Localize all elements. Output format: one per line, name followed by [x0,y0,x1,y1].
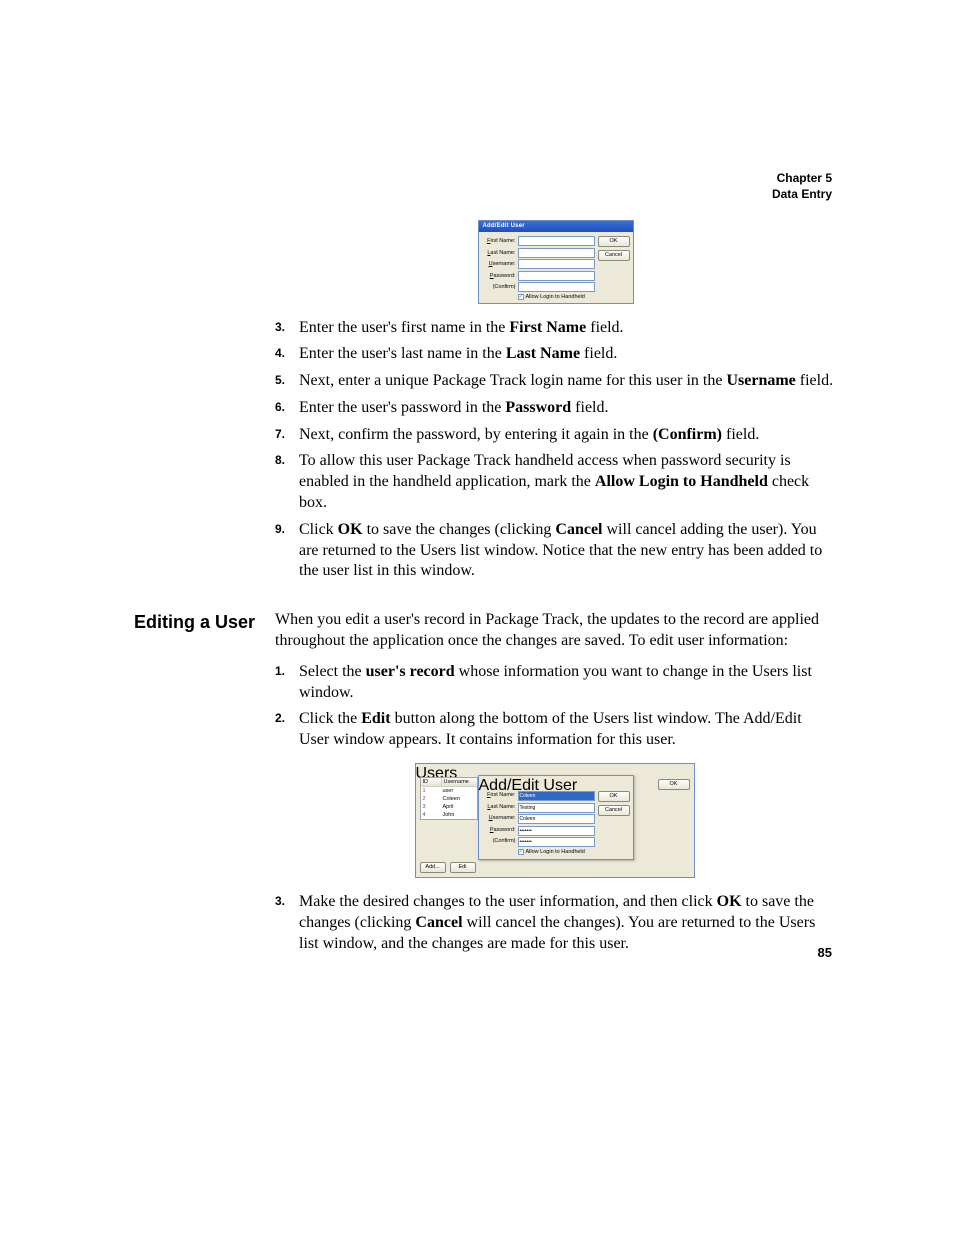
add-edit-user-dialog-filled: Add/Edit User First Name: Coleen Last Na… [478,775,634,860]
allow-login-label: Allow Login to Handheld [526,294,585,300]
cancel-button[interactable]: Cancel [598,250,630,261]
username-label: Username: [483,261,516,267]
step-4: 4.Enter the user's last name in the Last… [275,344,834,365]
confirm-label: (Confirm) [483,838,516,845]
first-name-field[interactable] [518,236,595,246]
cancel-button[interactable]: Cancel [598,805,630,816]
confirm-field[interactable]: ••••••• [518,837,595,847]
step-b3: 3.Make the desired changes to the user i… [275,892,834,954]
dialog-titlebar: Add/Edit User [479,221,633,232]
page-number: 85 [818,945,832,960]
users-dialog-titlebar: Users [416,764,694,775]
step-9: 9.Click OK to save the changes (clicking… [275,520,834,582]
step-6: 6.Enter the user's password in the Passw… [275,398,834,419]
add-edit-user-dialog-empty: Add/Edit User First Name: Last Name: [478,220,632,304]
steps-list-b: 1.Select the user's record whose informa… [275,662,834,751]
username-field[interactable]: Coleen [518,814,595,824]
allow-login-checkbox[interactable]: ✓ [518,294,524,300]
last-name-field[interactable]: Testing [518,803,595,813]
steps-list-b2: 3.Make the desired changes to the user i… [275,892,834,954]
step-b2: 2.Click the Edit button along the bottom… [275,709,834,751]
last-name-label: Last Name: [483,804,516,811]
confirm-field[interactable] [518,282,595,292]
step-3: 3.Enter the user's first name in the Fir… [275,318,834,339]
users-list-table: ID Username 1user 2Coleen 3April 4John [420,777,478,820]
allow-login-label: Allow Login to Handheld [526,849,585,856]
first-name-field[interactable]: Coleen [518,791,595,801]
edit-button[interactable]: Edi [450,862,476,873]
first-name-label: First Name: [483,792,516,799]
table-row[interactable]: 2Coleen [421,795,477,803]
password-field[interactable]: ••••••• [518,826,595,836]
username-label: Username: [483,815,516,822]
section-label: Data Entry [772,186,832,202]
ok-button[interactable]: OK [598,791,630,802]
step-7: 7.Next, confirm the password, by enterin… [275,425,834,446]
last-name-label: Last Name: [483,250,516,256]
username-field[interactable] [518,259,595,269]
confirm-label: (Confirm) [483,284,516,290]
col-username[interactable]: Username [442,778,477,786]
last-name-field[interactable] [518,248,595,258]
chapter-label: Chapter 5 [772,170,832,186]
step-8: 8.To allow this user Package Track handh… [275,451,834,513]
editing-user-heading: Editing a User [120,610,255,960]
table-row[interactable]: 3April [421,803,477,811]
password-field[interactable] [518,271,595,281]
step-5: 5.Next, enter a unique Package Track log… [275,371,834,392]
users-ok-button[interactable]: OK [658,779,690,790]
step-b1: 1.Select the user's record whose informa… [275,662,834,704]
ok-button[interactable]: OK [598,236,630,247]
add-button[interactable]: Add... [420,862,446,873]
page-header: Chapter 5 Data Entry [772,170,832,202]
allow-login-checkbox[interactable]: ✓ [518,849,524,855]
table-row[interactable]: 1user [421,787,477,795]
col-id[interactable]: ID [421,778,442,786]
password-label: Password: [483,827,516,834]
first-name-label: First Name: [483,238,516,244]
table-row[interactable]: 4John [421,811,477,819]
password-label: Password: [483,273,516,279]
editing-user-intro: When you edit a user's record in Package… [275,610,834,652]
nested-dialog-titlebar: Add/Edit User [479,776,633,787]
steps-list-a: 3.Enter the user's first name in the Fir… [275,318,834,583]
users-with-nested-dialog: Users ID Username 1user 2Coleen 3April 4… [415,763,695,878]
